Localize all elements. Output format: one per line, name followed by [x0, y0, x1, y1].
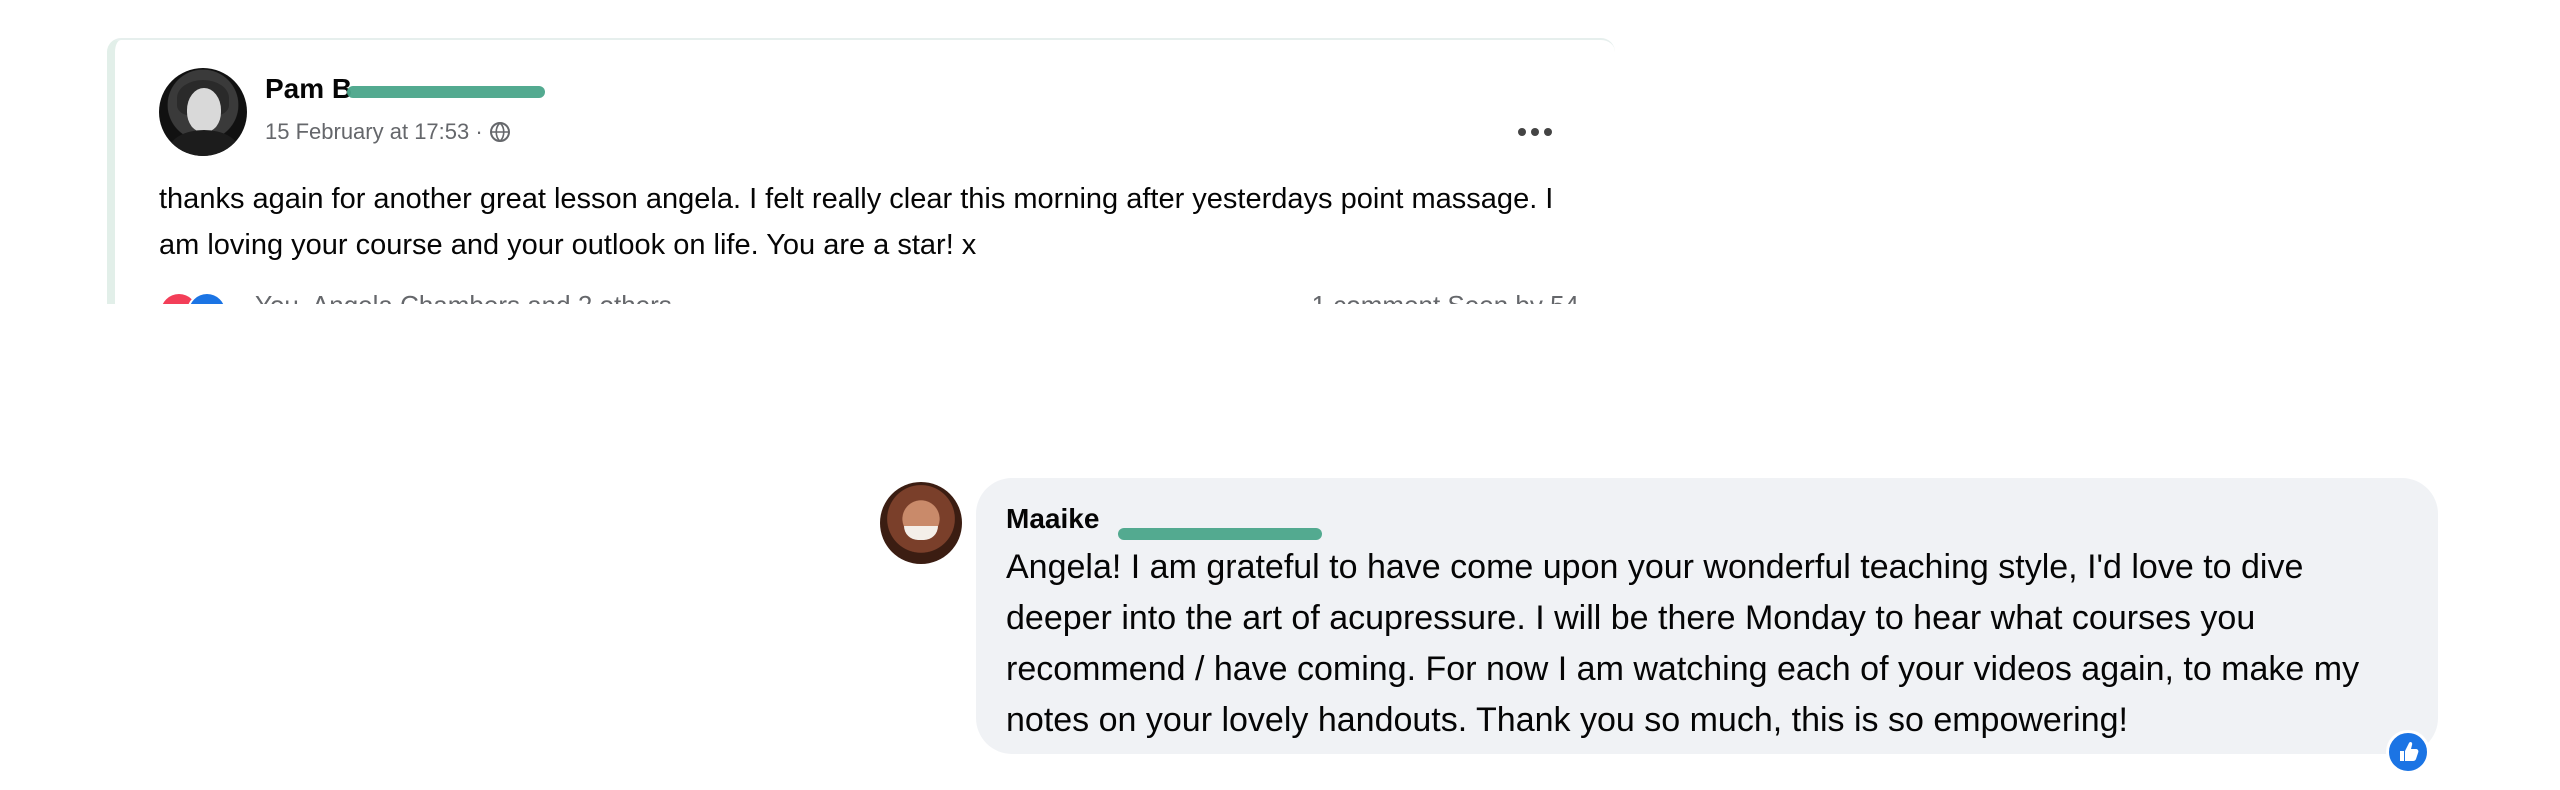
screenshot-stage: Pam B 15 February at 17:53 · thanks agai…: [0, 0, 2560, 790]
more-options-button[interactable]: [1513, 118, 1557, 146]
post-author-avatar[interactable]: [159, 68, 247, 156]
like-reaction-icon[interactable]: [2386, 730, 2430, 774]
more-options-icon: [1518, 128, 1526, 136]
commenter-avatar[interactable]: [880, 482, 962, 564]
post-timestamp[interactable]: 15 February at 17:53 ·: [265, 118, 483, 146]
thumbs-up-icon: [2400, 741, 2419, 761]
name-redaction: [1118, 528, 1322, 540]
comment-bubble: Maaike Angela! I am grateful to have com…: [976, 478, 2438, 754]
name-redaction: [347, 86, 545, 98]
reactors-summary[interactable]: You, Angela Chambers and 2 others: [255, 290, 672, 304]
post-stats[interactable]: 1 comment Seen by 54: [1312, 290, 1579, 304]
commenter-name[interactable]: Maaike: [1006, 502, 2408, 540]
post-body: thanks again for another great lesson an…: [159, 183, 1554, 261]
reaction-icons[interactable]: [159, 292, 239, 304]
post-author-name[interactable]: Pam B: [265, 72, 352, 106]
like-reaction-icon: [187, 292, 227, 304]
comment-body: Angela! I am grateful to have come upon …: [1006, 548, 2360, 739]
post-meta: 15 February at 17:53 ·: [265, 118, 511, 146]
globe-icon[interactable]: [489, 121, 511, 143]
post-card: Pam B 15 February at 17:53 · thanks agai…: [107, 38, 1615, 304]
post-reactions-row: You, Angela Chambers and 2 others 1 comm…: [159, 288, 1579, 304]
